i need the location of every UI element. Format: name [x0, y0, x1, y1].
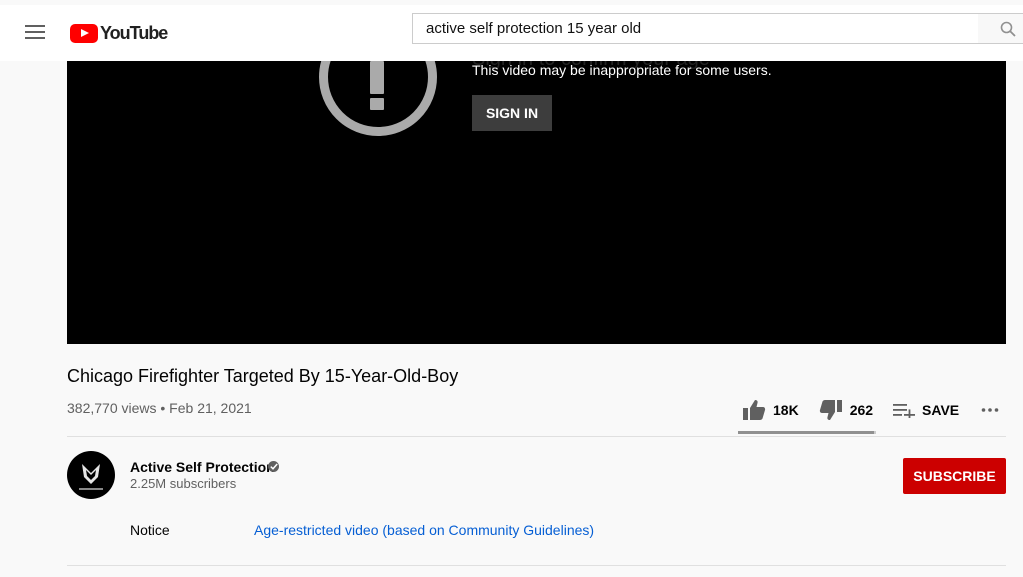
save-button[interactable]: SAVE [893, 402, 959, 418]
like-count: 18K [773, 402, 799, 418]
warning-icon-dot [370, 98, 384, 110]
channel-logo-icon [79, 464, 103, 490]
sign-in-button[interactable]: SIGN IN [472, 95, 552, 131]
video-meta: 382,770 views • Feb 21, 2021 [67, 400, 252, 416]
divider [67, 436, 1006, 437]
subscriber-count: 2.25M subscribers [130, 476, 237, 491]
add-to-playlist-icon [893, 404, 916, 418]
warning-icon-bar [370, 61, 384, 94]
video-title: Chicago Firefighter Targeted By 15-Year-… [67, 366, 459, 386]
more-horizontal-icon [981, 408, 999, 412]
search-icon [1000, 21, 1016, 37]
video-actions: 18K 262 SAVE [742, 398, 999, 422]
channel-avatar[interactable] [67, 451, 115, 499]
dislike-count: 262 [849, 402, 874, 418]
search-input[interactable] [413, 14, 978, 43]
warning-message: This video may be inappropriate for some… [472, 62, 772, 78]
dislike-button[interactable]: 262 [819, 399, 873, 421]
menu-icon[interactable] [25, 25, 45, 41]
video-player[interactable]: Sign in to confirm your age This video m… [67, 61, 1006, 344]
subscribe-button[interactable]: SUBSCRIBE [903, 458, 1006, 494]
play-logo-icon [70, 23, 98, 43]
logo-wordmark: YouTube [100, 22, 168, 43]
search-button[interactable] [978, 13, 1023, 44]
search-box [412, 13, 979, 44]
notice-label: Notice [130, 522, 170, 538]
save-label: SAVE [922, 402, 960, 418]
divider [67, 565, 1006, 566]
youtube-logo[interactable]: YouTube [70, 22, 168, 43]
channel-name[interactable]: Active Self Protection [130, 459, 275, 475]
thumbs-down-icon [819, 400, 842, 420]
age-restriction-link[interactable]: Age-restricted video (based on Community… [254, 522, 594, 538]
sentiment-bar [738, 431, 876, 434]
verified-icon [268, 461, 279, 472]
more-actions-button[interactable] [981, 407, 999, 413]
like-button[interactable]: 18K [742, 399, 799, 421]
sentiment-bar-fill [738, 431, 875, 434]
thumbs-up-icon [743, 400, 766, 420]
